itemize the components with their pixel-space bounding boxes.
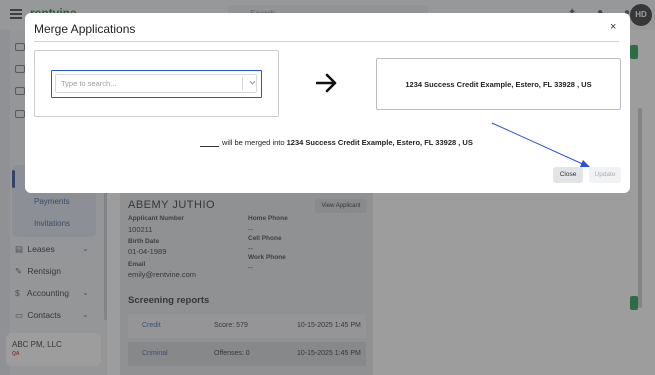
annotation-arrow [491, 122, 590, 167]
